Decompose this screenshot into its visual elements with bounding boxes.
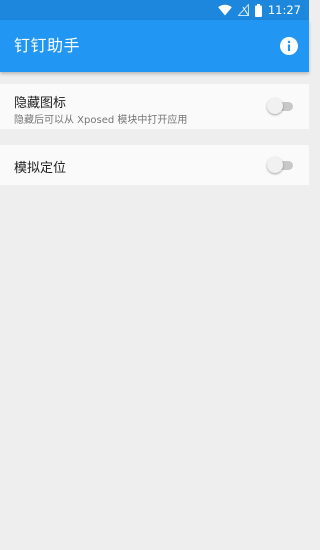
switch-thumb — [267, 98, 283, 114]
no-signal-icon — [237, 4, 249, 16]
info-icon — [280, 37, 298, 55]
mock-location-switch[interactable] — [267, 157, 295, 173]
mock-location-title: 模拟定位 — [14, 161, 67, 176]
status-icons: 11:27 — [218, 0, 301, 20]
hide-icon-switch[interactable] — [267, 98, 295, 114]
app-title: 钉钉助手 — [14, 36, 81, 55]
hide-icon-setting[interactable]: 隐藏图标 隐藏后可以从 Xposed 模块中打开应用 — [0, 84, 309, 129]
switch-thumb — [267, 157, 283, 173]
hide-icon-title: 隐藏图标 — [14, 96, 67, 111]
battery-icon — [254, 3, 262, 17]
status-bar: 11:27 — [0, 0, 309, 20]
app-bar: 钉钉助手 — [0, 20, 309, 72]
hide-icon-summary: 隐藏后可以从 Xposed 模块中打开应用 — [14, 115, 188, 126]
mock-location-setting[interactable]: 模拟定位 — [0, 145, 309, 185]
status-time: 11:27 — [267, 3, 301, 17]
wifi-icon — [218, 4, 232, 16]
info-button[interactable] — [279, 36, 299, 56]
